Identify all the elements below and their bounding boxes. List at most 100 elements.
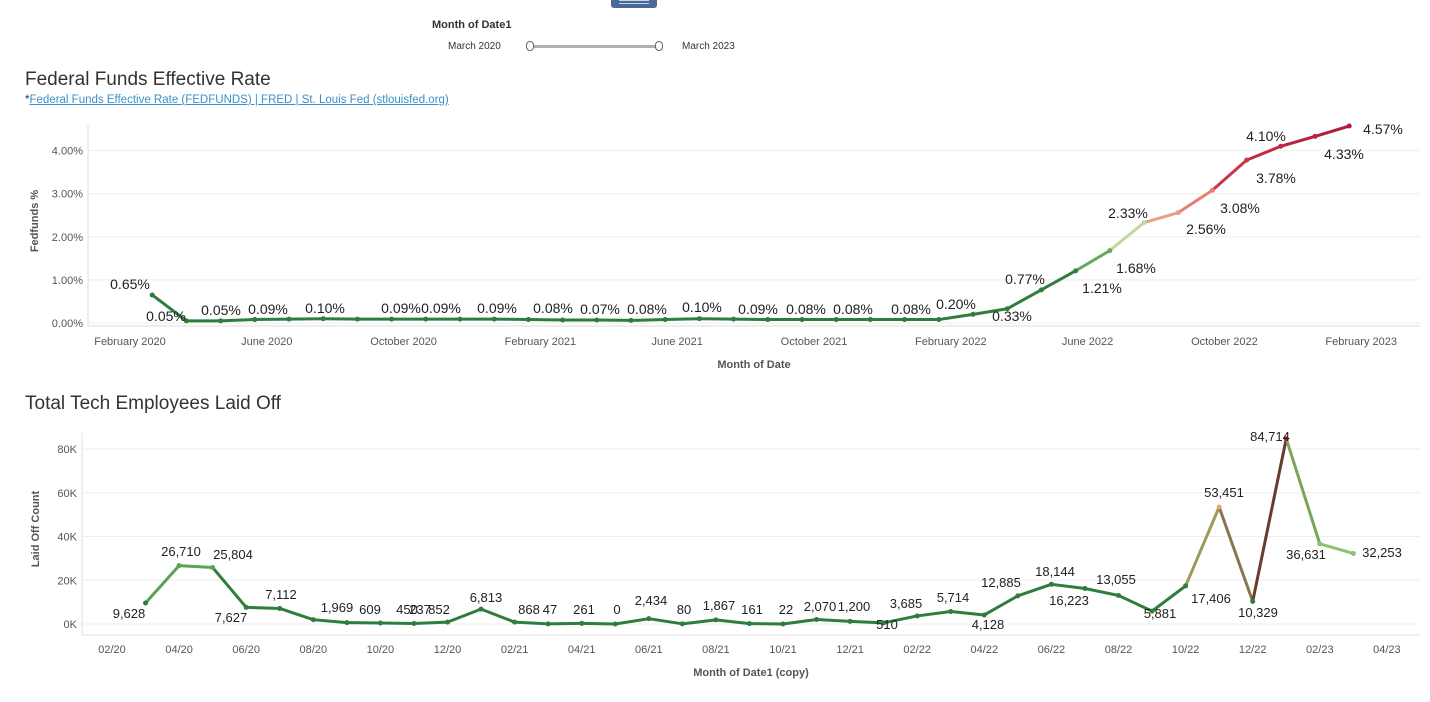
data-point xyxy=(310,617,316,623)
x-tick-label: 12/22 xyxy=(1239,644,1267,656)
slider-min-label: March 2020 xyxy=(448,41,501,52)
data-point xyxy=(646,616,652,622)
x-tick-label: 08/22 xyxy=(1105,644,1133,656)
data-point xyxy=(1216,504,1222,510)
y-tick-label: 4.00% xyxy=(52,146,83,158)
data-point xyxy=(780,621,786,627)
data-label: 0.08% xyxy=(786,301,826,317)
data-point xyxy=(833,317,839,323)
data-label: 0.09% xyxy=(738,301,778,317)
y-axis-title: Fedfunds % xyxy=(29,190,41,253)
slider-track[interactable] xyxy=(529,45,659,48)
source-link[interactable]: Federal Funds Effective Rate (FEDFUNDS) … xyxy=(29,94,448,106)
data-label: 2,070 xyxy=(804,599,837,614)
data-point xyxy=(478,606,484,612)
data-label: 0.05% xyxy=(201,302,241,318)
data-label: 4.33% xyxy=(1324,146,1364,162)
layoff-chart: 0K 20K 40K 60K 80K 02/20 04/20 06/20 08/20 10/20 1… xyxy=(30,429,1420,679)
x-tick-label: 06/22 xyxy=(1038,644,1066,656)
line-segment xyxy=(1313,124,1351,138)
x-tick-label: October 2021 xyxy=(781,336,848,348)
data-label: 25,804 xyxy=(213,547,253,562)
data-point xyxy=(423,316,429,322)
data-point xyxy=(1209,187,1215,193)
data-label: 47 xyxy=(543,602,557,617)
data-label: 0.05% xyxy=(146,308,186,324)
line-segment xyxy=(177,564,215,570)
data-point xyxy=(277,605,283,611)
data-point xyxy=(445,619,450,625)
data-label: 22 xyxy=(779,602,793,617)
data-point xyxy=(731,316,737,322)
data-label: 9,628 xyxy=(113,606,146,621)
data-label: 2.33% xyxy=(1108,205,1148,221)
x-tick-label: June 2022 xyxy=(1062,336,1113,348)
data-label: 13,055 xyxy=(1096,572,1136,587)
y-tick-label: 20K xyxy=(57,575,77,587)
x-tick-label: 04/21 xyxy=(568,644,596,656)
line-segment xyxy=(412,620,449,625)
data-label: 3,685 xyxy=(890,596,923,611)
x-tick-label: October 2022 xyxy=(1191,336,1258,348)
data-label: 1.21% xyxy=(1082,280,1122,296)
data-label: 0.07% xyxy=(580,301,620,317)
data-label: 0.09% xyxy=(248,301,288,317)
x-tick-label: 12/21 xyxy=(836,644,864,656)
line-segment xyxy=(211,566,248,609)
line-segment xyxy=(311,618,349,625)
data-label: 10,329 xyxy=(1238,605,1278,620)
data-point xyxy=(1038,287,1044,293)
data-label: 1.68% xyxy=(1116,260,1156,276)
line-segment xyxy=(1279,134,1317,148)
line-segment xyxy=(1049,582,1087,591)
x-tick-label: 04/22 xyxy=(971,644,999,656)
x-tick-label: 02/20 xyxy=(98,644,126,656)
line-segment xyxy=(1284,437,1322,546)
data-point xyxy=(143,600,149,606)
data-point xyxy=(1250,598,1256,604)
data-point xyxy=(628,317,634,323)
line-segment xyxy=(680,618,718,626)
x-tick-label: 02/23 xyxy=(1306,644,1334,656)
line-segment xyxy=(144,564,181,605)
x-tick-label: 08/20 xyxy=(300,644,328,656)
data-point xyxy=(662,317,668,323)
data-point xyxy=(1350,550,1356,556)
line-segment xyxy=(479,607,517,624)
line-segment xyxy=(629,318,667,322)
line-segment xyxy=(937,312,975,322)
data-label: 7,112 xyxy=(265,587,297,602)
line-segment xyxy=(1142,211,1180,225)
line-segment xyxy=(1005,288,1043,311)
slider-handle-start[interactable] xyxy=(526,41,534,51)
data-label: 26,710 xyxy=(161,544,201,559)
slider-handle-end[interactable] xyxy=(655,41,663,51)
line-segment xyxy=(781,617,819,626)
line-segment xyxy=(915,610,953,618)
x-tick-label: 10/21 xyxy=(769,644,797,656)
data-label: 0.77% xyxy=(1005,271,1045,287)
data-label: 4.57% xyxy=(1363,121,1403,137)
data-point xyxy=(210,565,216,571)
x-tick-label: 02/22 xyxy=(903,644,931,656)
data-label: 0.09% xyxy=(477,300,517,316)
data-label: 1,200 xyxy=(838,599,871,614)
x-tick-label: June 2020 xyxy=(241,336,292,348)
data-label: 161 xyxy=(741,602,763,617)
data-point xyxy=(713,617,719,623)
layoff-chart-title: Total Tech Employees Laid Off xyxy=(25,393,281,414)
x-tick-label: February 2023 xyxy=(1325,336,1397,348)
data-point xyxy=(696,316,702,322)
data-label: 0.09% xyxy=(381,300,421,316)
data-point xyxy=(525,317,531,323)
x-tick-label: June 2021 xyxy=(652,336,703,348)
data-point xyxy=(1346,123,1352,129)
x-tick-label: 10/20 xyxy=(367,644,395,656)
data-label: 1,867 xyxy=(703,598,736,613)
data-label: 80 xyxy=(677,602,691,617)
data-point xyxy=(902,317,908,323)
data-label: 16,223 xyxy=(1049,593,1089,608)
data-label: 1,969 xyxy=(321,600,354,615)
line-segment xyxy=(580,621,617,626)
dashboard-menu-button[interactable] xyxy=(611,0,657,8)
